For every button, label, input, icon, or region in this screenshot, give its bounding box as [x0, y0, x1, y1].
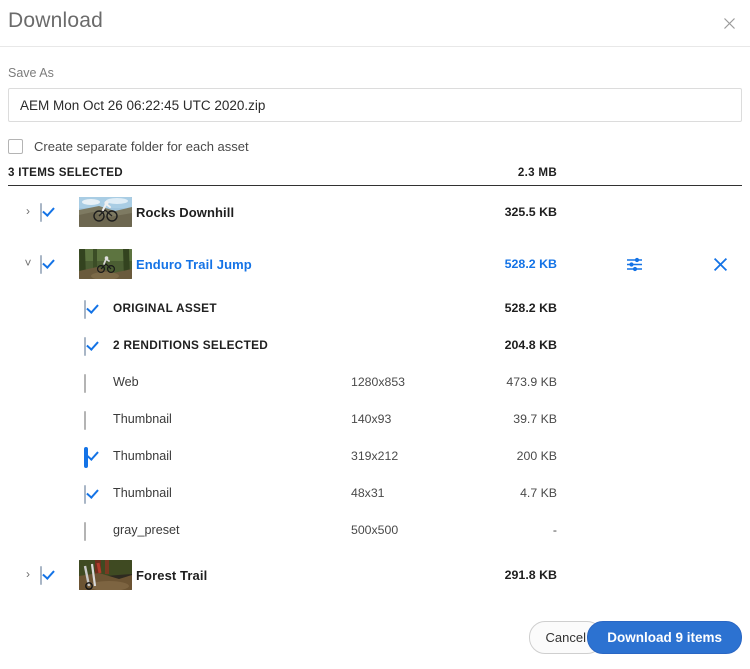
asset-list: › Rocks Downhill 325.5 KB ˅ [0, 186, 750, 601]
page-title: Download [8, 9, 103, 33]
rendition-row-gray-preset[interactable]: gray_preset 500x500 - [0, 512, 750, 549]
rendition-row-original-asset[interactable]: ORIGINAL ASSET 528.2 KB [0, 290, 750, 327]
rendition-size: 39.7 KB [0, 412, 557, 426]
items-selected-header: 3 ITEMS SELECTED 2.3 MB [8, 166, 742, 186]
rendition-size: 4.7 KB [0, 486, 557, 500]
rendition-size: - [0, 523, 557, 537]
asset-row-rocks-downhill[interactable]: › Rocks Downhill 325.5 KB [0, 186, 750, 238]
filename-input[interactable] [8, 88, 742, 122]
separate-folder-checkbox-row[interactable]: Create separate folder for each asset [8, 139, 249, 154]
download-button[interactable]: Download 9 items [587, 621, 742, 654]
remove-asset-icon[interactable] [707, 251, 733, 277]
close-icon[interactable] [716, 10, 742, 36]
rendition-size: 528.2 KB [0, 301, 557, 315]
rendition-size: 473.9 KB [0, 375, 557, 389]
rendition-row-thumbnail-319x212[interactable]: Thumbnail 319x212 200 KB [0, 438, 750, 475]
rendition-row-thumbnail-140x93[interactable]: Thumbnail 140x93 39.7 KB [0, 401, 750, 438]
separate-folder-label: Create separate folder for each asset [34, 139, 249, 154]
dialog-header: Download [0, 0, 750, 47]
items-total-size: 2.3 MB [8, 166, 557, 179]
rendition-row-renditions-selected[interactable]: 2 RENDITIONS SELECTED 204.8 KB [0, 327, 750, 364]
dialog-footer: Cancel Download 9 items [0, 621, 750, 655]
asset-size: 528.2 KB [0, 257, 557, 271]
asset-size: 325.5 KB [0, 205, 557, 219]
save-as-label: Save As [8, 66, 54, 80]
rendition-row-web[interactable]: Web 1280x853 473.9 KB [0, 364, 750, 401]
separate-folder-checkbox[interactable] [8, 139, 23, 154]
asset-row-enduro-trail-jump[interactable]: ˅ Enduro Trail Jump 528.2 KB [0, 238, 750, 290]
asset-row-forest-trail[interactable]: › Forest Trail 291.8 KB [0, 549, 750, 601]
rendition-size: 204.8 KB [0, 338, 557, 352]
rendition-row-thumbnail-48x31[interactable]: Thumbnail 48x31 4.7 KB [0, 475, 750, 512]
rendition-list: ORIGINAL ASSET 528.2 KB 2 RENDITIONS SEL… [0, 290, 750, 549]
asset-size: 291.8 KB [0, 568, 557, 582]
rendition-size: 200 KB [0, 449, 557, 463]
sliders-icon[interactable] [621, 251, 647, 277]
